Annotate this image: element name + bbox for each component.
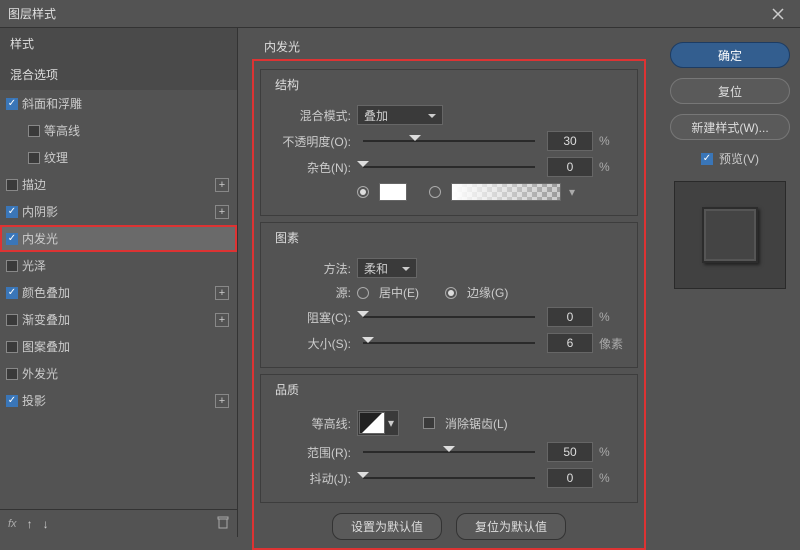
noise-input[interactable]: 0 — [547, 157, 593, 177]
preview-thumbnail — [674, 181, 786, 289]
color-swatch[interactable] — [379, 183, 407, 201]
checkbox-icon[interactable] — [6, 233, 18, 245]
style-pattern-overlay[interactable]: 图案叠加 — [0, 333, 237, 360]
fx-icon[interactable]: fx — [8, 518, 17, 530]
style-contour[interactable]: 等高线 — [0, 117, 237, 144]
add-icon[interactable]: + — [215, 313, 229, 327]
antialias-checkbox[interactable] — [423, 417, 435, 429]
add-icon[interactable]: + — [215, 394, 229, 408]
group-structure: 结构 混合模式: 叠加 不透明度(O): 30 % 杂色(N): 0 % — [260, 69, 638, 216]
checkbox-icon[interactable] — [6, 179, 18, 191]
style-gradient-overlay[interactable]: 渐变叠加+ — [0, 306, 237, 333]
checkbox-icon[interactable] — [28, 125, 40, 137]
choke-slider[interactable] — [363, 309, 535, 325]
source-edge-radio[interactable] — [445, 287, 457, 299]
style-stroke[interactable]: 描边+ — [0, 171, 237, 198]
checkbox-icon[interactable] — [28, 152, 40, 164]
checkbox-icon[interactable] — [6, 260, 18, 272]
checkbox-icon[interactable] — [6, 314, 18, 326]
add-icon[interactable]: + — [215, 286, 229, 300]
title-bar: 图层样式 — [0, 0, 800, 28]
cancel-button[interactable]: 复位 — [670, 78, 790, 104]
panel-title: 内发光 — [264, 38, 646, 55]
technique-dropdown[interactable]: 柔和 — [357, 258, 417, 278]
style-texture[interactable]: 纹理 — [0, 144, 237, 171]
settings-panel: 内发光 结构 混合模式: 叠加 不透明度(O): 30 % 杂色(N): 0 — [238, 28, 660, 537]
checkbox-icon[interactable] — [6, 206, 18, 218]
range-input[interactable]: 50 — [547, 442, 593, 462]
add-icon[interactable]: + — [215, 178, 229, 192]
size-slider[interactable] — [363, 335, 535, 351]
gradient-radio[interactable] — [429, 186, 441, 198]
arrow-down-icon[interactable]: ↓ — [43, 517, 49, 531]
size-input[interactable]: 6 — [547, 333, 593, 353]
range-slider[interactable] — [363, 444, 535, 460]
reset-default-button[interactable]: 复位为默认值 — [456, 513, 566, 540]
style-inner-shadow[interactable]: 内阴影+ — [0, 198, 237, 225]
sidebar-header-blend[interactable]: 混合选项 — [0, 59, 237, 90]
choke-input[interactable]: 0 — [547, 307, 593, 327]
color-radio[interactable] — [357, 186, 369, 198]
group-elements: 图素 方法: 柔和 源: 居中(E) 边缘(G) 阻塞(C): 0 % — [260, 222, 638, 368]
checkbox-icon[interactable] — [6, 98, 18, 110]
jitter-input[interactable]: 0 — [547, 468, 593, 488]
style-drop-shadow[interactable]: 投影+ — [0, 387, 237, 414]
gradient-picker[interactable] — [451, 183, 561, 201]
group-quality: 品质 等高线: ▾ 消除锯齿(L) 范围(R): 50 % 抖动(J): — [260, 374, 638, 503]
arrow-up-icon[interactable]: ↑ — [27, 517, 33, 531]
window-title: 图层样式 — [8, 5, 764, 22]
preview-toggle[interactable]: 预览(V) — [701, 150, 759, 167]
new-style-button[interactable]: 新建样式(W)... — [670, 114, 790, 140]
noise-slider[interactable] — [363, 159, 535, 175]
sidebar-header-styles[interactable]: 样式 — [0, 28, 237, 59]
blend-mode-dropdown[interactable]: 叠加 — [357, 105, 443, 125]
ok-button[interactable]: 确定 — [670, 42, 790, 68]
styles-sidebar: 样式 混合选项 斜面和浮雕 等高线 纹理 描边+ 内阴影+ 内发光 光泽 颜色叠… — [0, 28, 238, 537]
contour-picker[interactable]: ▾ — [357, 410, 399, 436]
make-default-button[interactable]: 设置为默认值 — [332, 513, 442, 540]
close-button[interactable] — [764, 0, 792, 28]
style-color-overlay[interactable]: 颜色叠加+ — [0, 279, 237, 306]
style-outer-glow[interactable]: 外发光 — [0, 360, 237, 387]
sidebar-footer: fx ↑ ↓ — [0, 509, 237, 537]
style-inner-glow[interactable]: 内发光 — [0, 225, 237, 252]
right-column: 确定 复位 新建样式(W)... 预览(V) — [660, 28, 800, 537]
checkbox-icon[interactable] — [6, 341, 18, 353]
trash-icon[interactable] — [217, 516, 229, 532]
opacity-slider[interactable] — [363, 133, 535, 149]
checkbox-icon[interactable] — [701, 153, 713, 165]
style-satin[interactable]: 光泽 — [0, 252, 237, 279]
checkbox-icon[interactable] — [6, 368, 18, 380]
checkbox-icon[interactable] — [6, 395, 18, 407]
checkbox-icon[interactable] — [6, 287, 18, 299]
add-icon[interactable]: + — [215, 205, 229, 219]
jitter-slider[interactable] — [363, 470, 535, 486]
style-bevel[interactable]: 斜面和浮雕 — [0, 90, 237, 117]
source-center-radio[interactable] — [357, 287, 369, 299]
opacity-input[interactable]: 30 — [547, 131, 593, 151]
